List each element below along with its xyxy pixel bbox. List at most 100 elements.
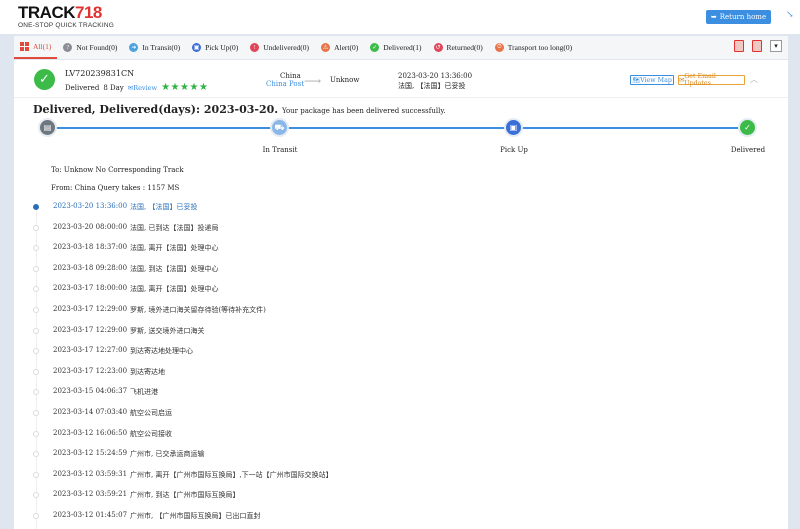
transport-long-icon: ⏱ [494, 43, 504, 52]
filter-tab-grid[interactable]: All(1) [14, 36, 58, 59]
event-time: 2023-03-17 12:23:00 [53, 366, 128, 375]
event-description: 法国, 【法国】已妥投 [130, 203, 198, 211]
timeline-dot [33, 492, 39, 499]
event-description: 到达寄达地 [130, 367, 165, 376]
timeline-event: 2023-03-12 01:45:07 广州市, 【广州市国际互换局】已出口直封 [14, 508, 788, 528]
filter-actions: ▾ [734, 40, 782, 52]
event-description: 飞机进港 [130, 388, 158, 397]
event-time: 2023-03-17 12:27:00 [53, 346, 128, 355]
destination-country: Unknow [330, 76, 360, 84]
event-time: 2023-03-17 12:29:00 [53, 305, 128, 313]
tracking-number[interactable]: LV720239831CN [65, 69, 134, 78]
event-time: 2023-03-12 03:59:31 [53, 469, 128, 478]
info-box-icon: ▤ [38, 118, 57, 137]
filter-tab-label: Transport too long(0) [507, 43, 573, 52]
step-label: Pick Up [500, 146, 528, 154]
status-text: Delivered [65, 83, 100, 92]
status-filter-bar: All(1)? Not Found(0) ➜ In Transit(0) ▣ Pick U… [14, 36, 788, 59]
top-bar: TRACK718 ONE-STOP QUICK TRACKING ➥ Retur… [0, 0, 800, 34]
timeline-event: 2023-03-17 12:23:00 到达寄达地 [14, 364, 788, 384]
tracking-result-panel: ✓ LV720239831CN Delivered 8 Day ✉Review … [14, 60, 788, 529]
event-description: 广州市, 【广州市国际互换局】已出口直封 [130, 512, 261, 520]
event-description: 航空公司启运 [130, 409, 172, 417]
timeline-dot [33, 265, 39, 272]
filter-tab-pickup[interactable]: ▣ Pick Up(0) [186, 36, 244, 59]
origin-carrier-link[interactable]: China Post [266, 80, 304, 88]
event-time: 2023-03-12 16:06:50 [53, 428, 128, 437]
timeline-event: 2023-03-20 13:36:00 法国, 【法国】已妥投 [14, 199, 788, 219]
timeline-event: 2023-03-17 18:00:00 法国, 离开【法国】处理中心 [14, 281, 788, 301]
timeline-dot [33, 327, 39, 334]
step-label: In Transit [262, 146, 298, 154]
delivery-subtext: Your package has been delivered successf… [281, 107, 446, 115]
status-line: Delivered 8 Day ✉Review ★★★★★ [65, 82, 208, 93]
event-time: 2023-03-18 09:28:00 [53, 263, 128, 272]
event-description: 法国, 离开【法国】处理中心 [130, 244, 219, 253]
timeline-event: 2023-03-14 07:03:40 航空公司启运 [14, 405, 788, 425]
filter-tab-alert[interactable]: ⚠ Alert(0) [315, 36, 364, 59]
rating-stars[interactable]: ★★★★★ [161, 82, 208, 93]
timeline-dot [33, 224, 39, 231]
event-description: 法国, 离开【法国】处理中心 [130, 285, 219, 294]
view-map-button[interactable]: 🗺 View Map [630, 75, 674, 85]
event-time: 2023-03-20 08:00:00 [53, 222, 128, 231]
return-arrow-icon: ➥ [710, 13, 717, 21]
event-description: 法国, 已到达【法国】投递局 [130, 223, 219, 232]
review-link[interactable]: ✉Review [128, 84, 157, 92]
timeline-event: 2023-03-20 08:00:00 法国, 已到达【法国】投递局 [14, 220, 788, 240]
check-icon: ✓ [738, 118, 757, 137]
email-updates-button[interactable]: ✉ Get Email Updates [678, 73, 745, 87]
origin-country: China [280, 72, 301, 80]
document-icon[interactable] [752, 40, 762, 52]
timeline-dot [33, 513, 39, 519]
package-summary-row[interactable]: ✓ LV720239831CN Delivered 8 Day ✉Review … [14, 60, 788, 98]
filter-tab-delivered[interactable]: ✓ Delivered(1) [364, 36, 427, 59]
timeline-event: 2023-03-18 09:28:00 法国, 到达【法国】处理中心 [14, 261, 788, 281]
progress-line [48, 127, 750, 129]
event-description: 罗斯, 送交境外进口海关 [130, 326, 205, 335]
chevron-up-icon[interactable]: ︿ [750, 74, 758, 85]
timeline-dot [33, 389, 39, 396]
event-time: 2023-03-20 13:36:00 [53, 202, 128, 210]
logo[interactable]: TRACK718 [18, 4, 102, 21]
pickup-icon: ▣ [192, 43, 202, 52]
timeline-event: 2023-03-18 18:37:00 法国, 离开【法国】处理中心 [14, 240, 788, 260]
event-description: 广州市, 已交承运商运输 [130, 450, 205, 459]
event-description: 法国, 到达【法国】处理中心 [130, 264, 219, 273]
filter-tab-returned[interactable]: ↺ Returned(0) [428, 36, 489, 59]
timeline-dot [33, 307, 39, 313]
event-description: 到达寄达地处理中心 [130, 347, 193, 356]
step-label: Delivered [730, 146, 766, 154]
expand-icon[interactable]: ↘ [786, 10, 794, 20]
returned-icon: ↺ [433, 43, 443, 52]
filter-tab-in-transit[interactable]: ➜ In Transit(0) [123, 36, 186, 59]
timeline-dot [33, 368, 39, 375]
return-home-button[interactable]: ➥ Return home [706, 10, 771, 24]
to-info: To: Unknow No Corresponding Track [51, 166, 184, 174]
chevron-down-icon[interactable]: ▾ [770, 40, 782, 52]
timeline-event: 2023-03-12 03:59:31 广州市, 离开【广州市国际互换局】,下一站… [14, 467, 788, 487]
copy-icon[interactable] [734, 40, 744, 52]
delivery-headline: Delivered, Delivered(days): 2023-03-20. … [33, 103, 446, 116]
event-time: 2023-03-15 04:06:37 [53, 387, 128, 396]
filter-tab-not-found[interactable]: ? Not Found(0) [57, 36, 123, 59]
event-time: 2023-03-12 15:24:59 [53, 449, 128, 458]
event-description: 广州市, 离开【广州市国际互换局】,下一站【广州市国际交换站】 [130, 470, 333, 479]
event-description: 航空公司接收 [130, 429, 172, 438]
timeline-dot [33, 286, 39, 293]
days-text: 8 Day [103, 83, 124, 92]
timeline-dot [33, 410, 39, 416]
timeline-event: 2023-03-12 03:59:21 广州市, 到达【广州市国际互换局】 [14, 487, 788, 507]
filter-tab-undelivered[interactable]: ! Undelivered(0) [244, 36, 315, 59]
truck-icon: ⛟ [270, 118, 289, 137]
filter-tab-transport-long[interactable]: ⏱ Transport too long(0) [489, 36, 578, 59]
timeline-event: 2023-03-17 12:27:00 到达寄达地处理中心 [14, 343, 788, 363]
timeline-event: 2023-03-17 12:29:00 罗斯, 送交境外进口海关 [14, 323, 788, 343]
filter-tab-label: Pick Up(0) [205, 43, 239, 52]
grid-icon [20, 42, 29, 51]
event-time: 2023-03-17 12:29:00 [53, 325, 128, 334]
timeline-dot [33, 348, 39, 355]
timeline-dot [33, 451, 39, 458]
return-home-label: Return home [719, 13, 767, 21]
timeline-event: 2023-03-12 15:24:59 广州市, 已交承运商运输 [14, 446, 788, 466]
